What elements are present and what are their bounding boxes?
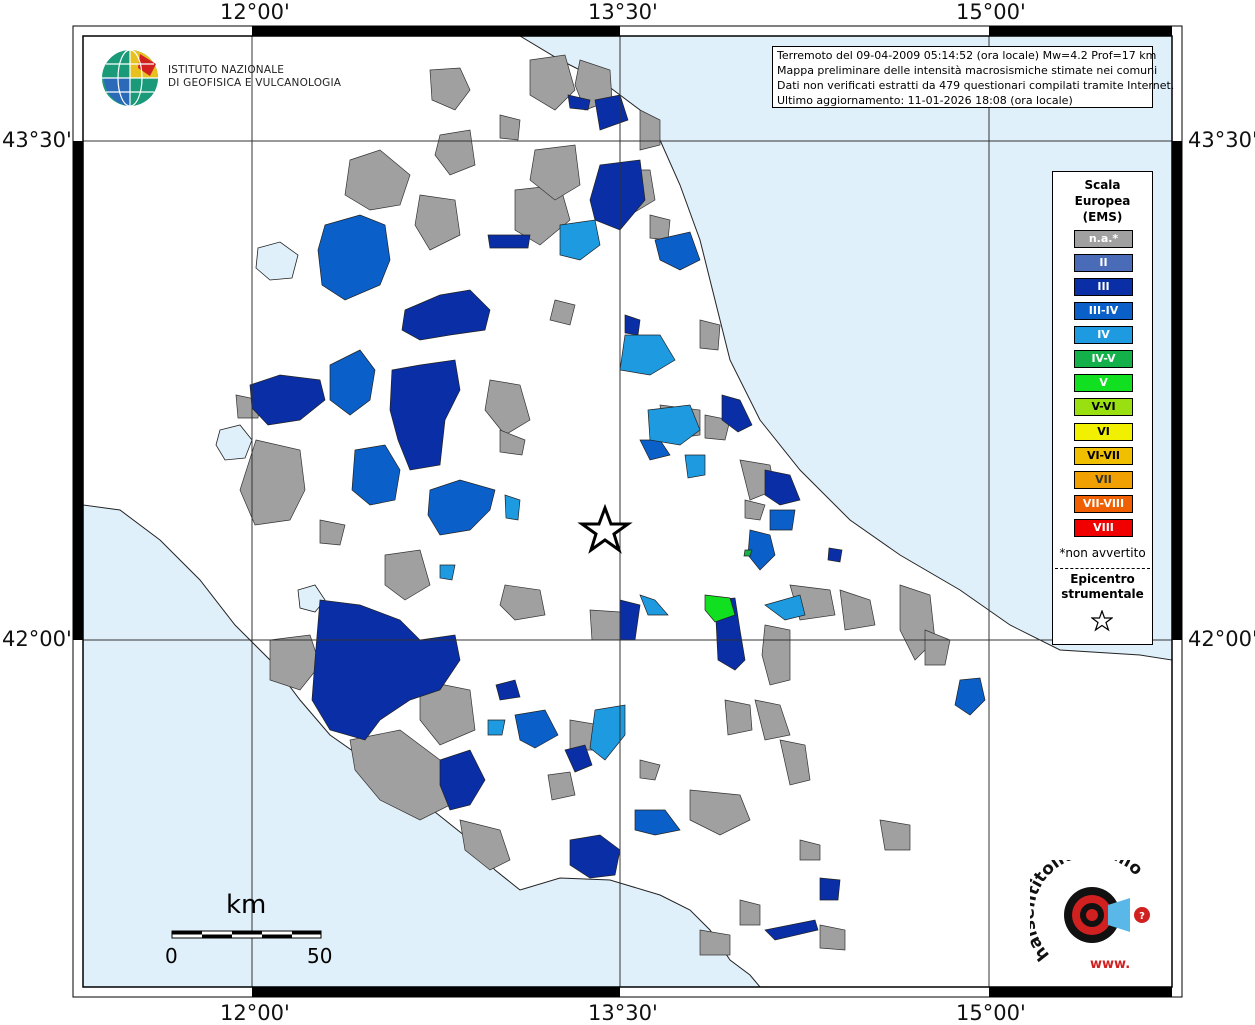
hsit-url: www.	[1090, 957, 1130, 972]
lon-label-top-3: 15°00'	[956, 0, 1026, 24]
ingv-logo-text: ISTITUTO NAZIONALE DI GEOFISICA E VULCAN…	[168, 64, 341, 90]
legend-epicenter-line2: strumentale	[1061, 587, 1144, 601]
lat-label-right-2: 42°00'	[1188, 627, 1255, 651]
legend-item-na: n.a.*	[1074, 230, 1133, 248]
legend-epicenter-line1: Epicentro	[1070, 572, 1135, 586]
legend-star-icon	[1091, 610, 1113, 632]
scale-unit: km	[226, 890, 267, 920]
hsit-logo-icon: ? haisentitoilterremoto.it www.	[1030, 860, 1150, 972]
lon-label-bottom-3: 15°00'	[956, 1001, 1026, 1025]
legend-item-vii-viii: VII-VIII	[1074, 495, 1133, 513]
legend-item-vi: VI	[1074, 423, 1133, 441]
event-info-line3: Dati non verificati estratti da 479 ques…	[777, 79, 1175, 92]
legend-title: Scala Europea (EMS)	[1053, 177, 1152, 225]
legend-item-viii: VIII	[1074, 519, 1133, 537]
legend-item-iv-v: IV-V	[1074, 350, 1133, 368]
lon-label-bottom-1: 12°00'	[220, 1001, 290, 1025]
lat-label-left-1: 43°30'	[2, 128, 72, 152]
scale-bar	[171, 930, 322, 939]
ingv-logo-icon	[102, 49, 158, 107]
lon-label-top-2: 13°30'	[588, 0, 658, 24]
legend-title-line2: Europea	[1074, 194, 1131, 208]
legend-item-vii: VII	[1074, 471, 1133, 489]
legend-title-line1: Scala	[1084, 178, 1121, 192]
legend-item-v-vi: V-VI	[1074, 398, 1133, 416]
event-info-line4: Ultimo aggiornamento: 11-01-2026 18:08 (…	[777, 94, 1073, 107]
legend-title-line3: (EMS)	[1082, 210, 1123, 224]
ingv-logo-line2: DI GEOFISICA E VULCANOLOGIA	[168, 77, 342, 89]
legend-epicenter-label: Epicentro strumentale	[1053, 572, 1152, 602]
ingv-logo-line1: ISTITUTO NAZIONALE	[168, 64, 285, 76]
event-info-line2: Mappa preliminare delle intensità macros…	[777, 64, 1158, 77]
legend-item-ii: II	[1074, 254, 1133, 272]
event-info-line1: Terremoto del 09-04-2009 05:14:52 (ora l…	[777, 49, 1157, 62]
lat-label-left-2: 42°00'	[2, 627, 72, 651]
event-info-box: Terremoto del 09-04-2009 05:14:52 (ora l…	[772, 46, 1175, 108]
lon-label-bottom-2: 13°30'	[588, 1001, 658, 1025]
svg-text:?: ?	[1139, 911, 1145, 922]
legend-item-v: V	[1074, 374, 1133, 392]
legend-note: *non avvertito	[1059, 546, 1146, 560]
legend-item-iii: III	[1074, 278, 1133, 296]
legend-item-vi-vii: VI-VII	[1074, 447, 1133, 465]
legend-separator	[1055, 568, 1150, 569]
legend-item-iv: IV	[1074, 326, 1133, 344]
lon-label-top-1: 12°00'	[220, 0, 290, 24]
intensity-legend: Scala Europea (EMS) n.a.* II III III-IV …	[1052, 171, 1153, 645]
legend-item-iii-iv: III-IV	[1074, 302, 1133, 320]
scale-start: 0	[165, 944, 178, 968]
scale-end: 50	[307, 944, 333, 968]
lat-label-right-1: 43°30'	[1188, 128, 1255, 152]
